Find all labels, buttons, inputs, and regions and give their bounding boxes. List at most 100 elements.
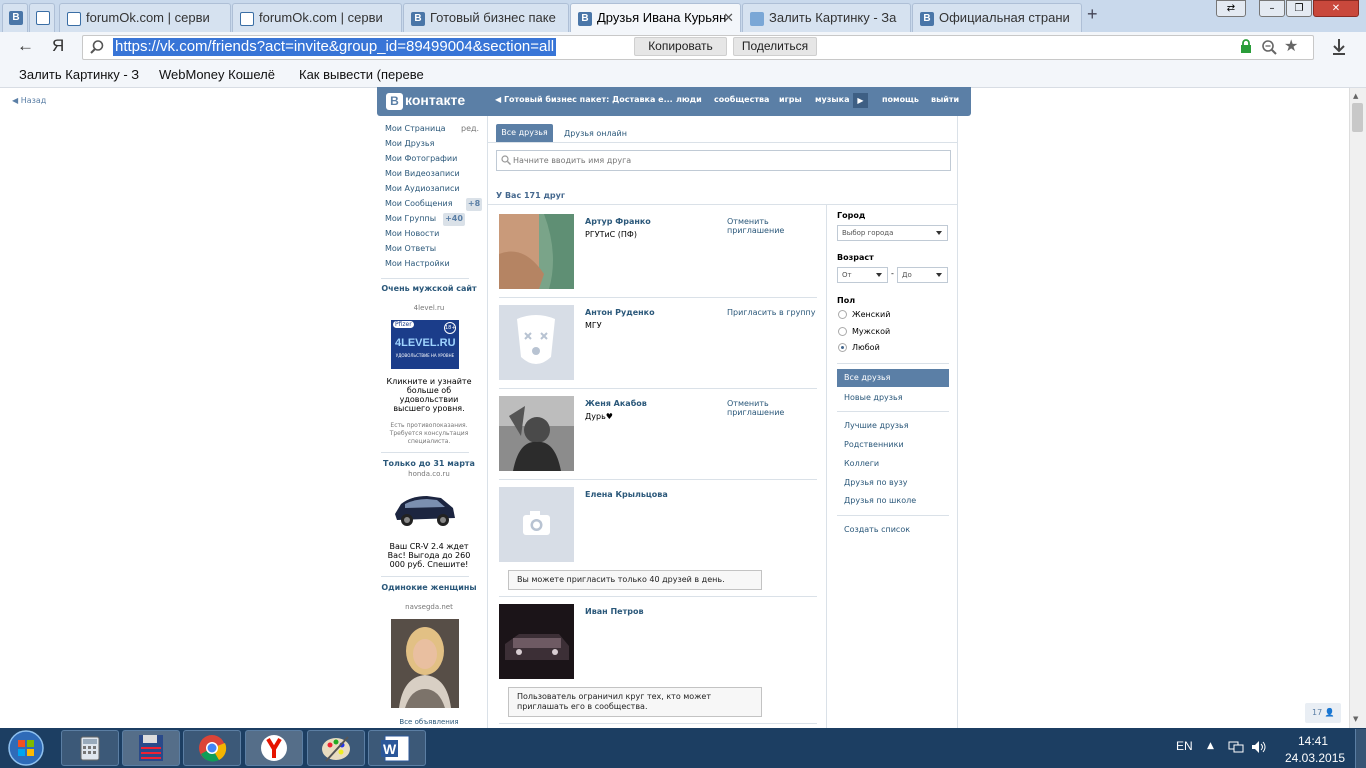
- invite-to-group-link[interactable]: Пригласить в группу: [727, 308, 816, 317]
- tab-forumok-1[interactable]: forumOk.com | серви: [59, 3, 231, 32]
- scrollbar-thumb[interactable]: [1352, 103, 1363, 132]
- sidebar-item-friends[interactable]: Мои Друзья: [385, 139, 434, 148]
- sex-any-radio[interactable]: [838, 343, 847, 352]
- pinned-tab-vk[interactable]: В: [2, 3, 28, 32]
- ad-site[interactable]: 4level.ru: [381, 304, 477, 312]
- friend-avatar[interactable]: [499, 214, 574, 289]
- ad-image-4level[interactable]: Pfizer 18+ 4LEVEL.RU УДОВОЛЬСТВИЕ НА УРО…: [391, 320, 459, 369]
- zoom-icon[interactable]: [1261, 39, 1277, 55]
- friend-avatar-placeholder[interactable]: [499, 487, 574, 562]
- bookmark-how-to-withdraw[interactable]: Как вывести (переве: [299, 67, 427, 82]
- city-select[interactable]: Выбор города: [837, 225, 948, 241]
- close-tab-icon[interactable]: ✕: [723, 10, 734, 26]
- minimize-icon[interactable]: –: [1259, 0, 1285, 17]
- yandex-logo[interactable]: Я: [52, 36, 64, 56]
- online-counter-button[interactable]: 17 👤: [1305, 703, 1341, 723]
- ad-site[interactable]: navsegda.net: [381, 603, 477, 611]
- menu-all-friends[interactable]: Все друзья: [837, 369, 949, 387]
- taskbar-word[interactable]: W: [368, 730, 426, 766]
- tab-official[interactable]: В Официальная страни: [912, 3, 1082, 32]
- sex-male-label[interactable]: Мужской: [852, 327, 890, 336]
- scroll-up-icon[interactable]: ▲: [1353, 92, 1358, 100]
- back-link[interactable]: ◀ Назад: [12, 96, 46, 105]
- star-icon[interactable]: ★: [1284, 36, 1298, 55]
- sidebar-item-groups[interactable]: Мои Группы: [385, 214, 436, 223]
- ad-title[interactable]: Только до 31 марта: [381, 459, 477, 468]
- clock-date[interactable]: 24.03.2015: [1285, 751, 1345, 765]
- vk-logo[interactable]: Вконтакте: [386, 92, 478, 110]
- taskbar-app-2[interactable]: [122, 730, 180, 766]
- taskbar-yandex-browser[interactable]: [245, 730, 303, 766]
- start-button-icon[interactable]: [6, 729, 46, 767]
- tray-expand-icon[interactable]: ▲: [1207, 741, 1214, 751]
- create-list-link[interactable]: Создать список: [844, 525, 910, 534]
- sex-any-label[interactable]: Любой: [852, 343, 880, 352]
- nav-logout[interactable]: выйти: [931, 95, 959, 104]
- pinned-tab-bookmark[interactable]: [29, 3, 55, 32]
- bookmark-upload-image[interactable]: Залить Картинку - З: [19, 67, 147, 82]
- sidebar-item-my-page[interactable]: Мои Страница: [385, 124, 446, 133]
- swap-windows-icon[interactable]: ⇄: [1216, 0, 1246, 17]
- friend-avatar-placeholder[interactable]: [499, 305, 574, 380]
- menu-university-friends[interactable]: Друзья по вузу: [844, 478, 908, 487]
- sidebar-item-news[interactable]: Мои Новости: [385, 229, 439, 238]
- download-icon[interactable]: [1331, 38, 1347, 56]
- sex-female-label[interactable]: Женский: [852, 310, 890, 319]
- nav-communities[interactable]: сообщества: [714, 95, 769, 104]
- nav-people[interactable]: люди: [676, 95, 702, 104]
- ad-site[interactable]: honda.co.ru: [381, 470, 477, 478]
- ad-image-woman[interactable]: [391, 619, 459, 708]
- sidebar-item-videos[interactable]: Мои Видеозаписи: [385, 169, 460, 178]
- ad-text[interactable]: Кликните и узнайте больше об удовольстви…: [381, 377, 477, 413]
- friend-avatar[interactable]: [499, 604, 574, 679]
- taskbar-paint[interactable]: [307, 730, 365, 766]
- tab-friends[interactable]: В Друзья Ивана Курьян ✕: [570, 3, 741, 33]
- clock-time[interactable]: 14:41: [1298, 734, 1328, 748]
- friend-name[interactable]: Артур Франко: [585, 217, 651, 226]
- sidebar-item-photos[interactable]: Мои Фотографии: [385, 154, 457, 163]
- ad-text[interactable]: Ваш CR-V 2.4 ждет Вас! Выгода до 260 000…: [381, 542, 477, 569]
- bookmark-webmoney[interactable]: WebMoney Кошелё: [159, 67, 287, 82]
- sidebar-item-audio[interactable]: Мои Аудиозаписи: [385, 184, 460, 193]
- friend-name[interactable]: Женя Акабов: [585, 399, 647, 408]
- sidebar-item-messages[interactable]: Мои Сообщения: [385, 199, 453, 208]
- ad-image-car[interactable]: [391, 484, 459, 532]
- tab-all-friends[interactable]: Все друзья: [496, 124, 553, 142]
- friend-name[interactable]: Антон Руденко: [585, 308, 655, 317]
- nav-more-icon[interactable]: ▶: [853, 93, 868, 108]
- url-input[interactable]: https://vk.com/friends?act=invite&group_…: [113, 38, 557, 56]
- sex-female-radio[interactable]: [838, 310, 847, 319]
- cancel-invite-link[interactable]: Отменить приглашение: [727, 217, 807, 235]
- taskbar-chrome[interactable]: [183, 730, 241, 766]
- sidebar-item-settings[interactable]: Мои Настройки: [385, 259, 450, 268]
- sex-male-radio[interactable]: [838, 327, 847, 336]
- nav-music[interactable]: музыка: [815, 95, 849, 104]
- menu-school-friends[interactable]: Друзья по школе: [844, 496, 916, 505]
- ad-title[interactable]: Одинокие женщины: [381, 583, 477, 592]
- scroll-down-icon[interactable]: ▼: [1353, 715, 1358, 723]
- nav-app-link[interactable]: ◀ Готовый бизнес пакет: Доставка е...: [495, 95, 673, 104]
- friend-search-input[interactable]: Начните вводить имя друга: [496, 150, 951, 171]
- all-ads-link[interactable]: Все объявления: [381, 718, 477, 726]
- menu-relatives[interactable]: Родственники: [844, 440, 904, 449]
- scrollbar[interactable]: [1349, 88, 1366, 728]
- language-indicator[interactable]: EN: [1176, 739, 1193, 753]
- taskbar-calculator[interactable]: [61, 730, 119, 766]
- maximize-icon[interactable]: ❐: [1286, 0, 1312, 17]
- volume-icon[interactable]: [1251, 740, 1267, 754]
- share-button[interactable]: Поделиться: [733, 37, 817, 56]
- new-tab-plus-icon[interactable]: +: [1087, 4, 1098, 25]
- nav-games[interactable]: игры: [779, 95, 802, 104]
- copy-button[interactable]: Копировать: [634, 37, 727, 56]
- network-icon[interactable]: [1228, 740, 1244, 754]
- sidebar-item-answers[interactable]: Мои Ответы: [385, 244, 436, 253]
- friend-avatar[interactable]: [499, 396, 574, 471]
- nav-help[interactable]: помощь: [882, 95, 919, 104]
- tab-upload-image[interactable]: Залить Картинку - За: [742, 3, 911, 32]
- menu-best-friends[interactable]: Лучшие друзья: [844, 421, 909, 430]
- cancel-invite-link[interactable]: Отменить приглашение: [727, 399, 807, 417]
- ad-title[interactable]: Очень мужской сайт: [381, 284, 477, 293]
- back-arrow-icon[interactable]: ←: [17, 36, 34, 56]
- tab-online-friends[interactable]: Друзья онлайн: [564, 129, 627, 138]
- friend-name[interactable]: Елена Крыльцова: [585, 490, 668, 499]
